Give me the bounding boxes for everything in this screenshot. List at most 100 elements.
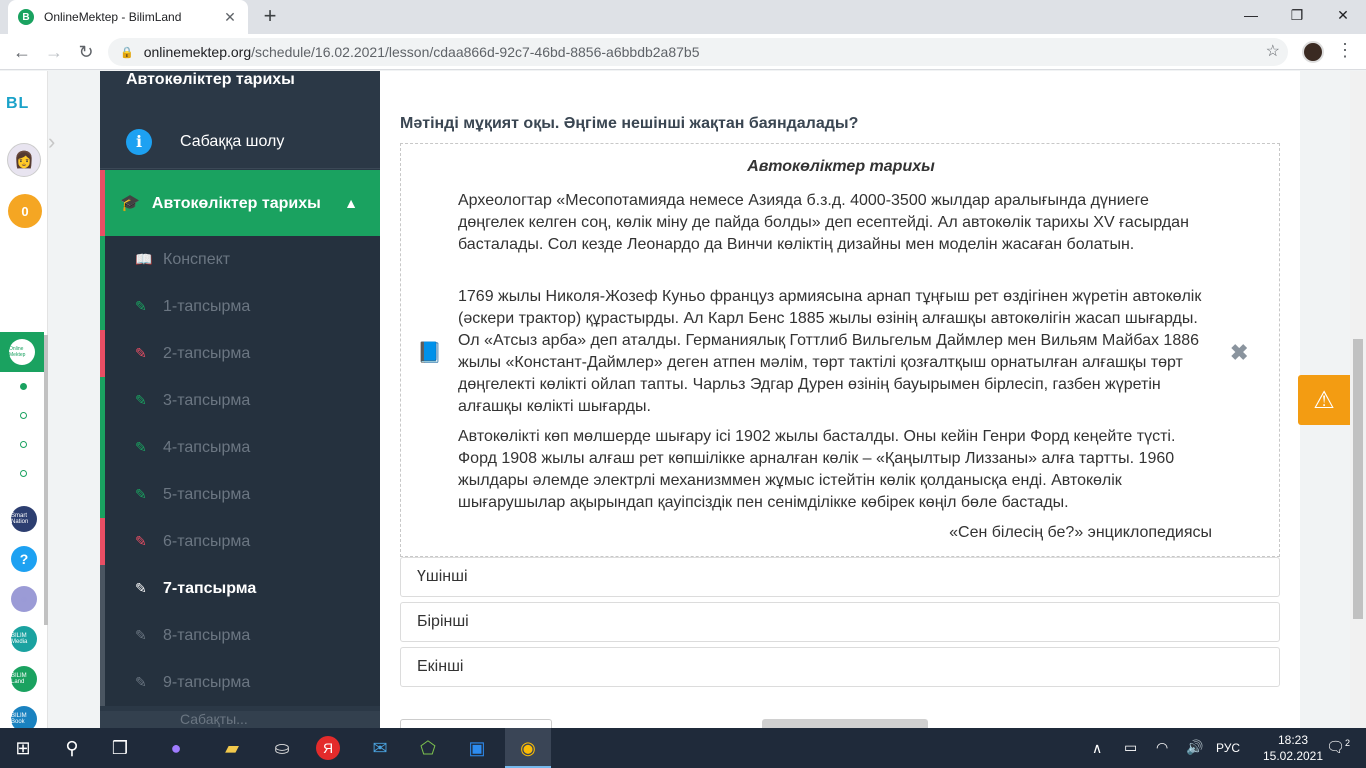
tray-chevron-up-icon[interactable]: ∧	[1092, 740, 1102, 757]
clock-time: 18:23	[1277, 733, 1309, 747]
task-content: Мәтінді мұқият оқы. Әңгіме нешінші жақта…	[380, 71, 1300, 728]
page: BL 👩 0 Online Mektep Smart Nation ? ▤ BI…	[0, 71, 1366, 728]
chevron-up-icon[interactable]: ▲	[344, 195, 358, 211]
reading-text-box: Автокөліктер тарихы 📘 ✖ Археологтар «Мес…	[400, 143, 1280, 557]
sidebar-item-task-3[interactable]: ✎ 3-тапсырма	[100, 377, 380, 424]
app-blue-icon[interactable]: ▣	[463, 734, 491, 762]
smart-nation-app[interactable]: Smart Nation	[11, 506, 37, 532]
bilim-media-app[interactable]: BILIM Media	[11, 626, 37, 652]
chevron-right-icon[interactable]: ›	[48, 129, 72, 154]
reading-paragraph: Автокөлікті көп мөлшерде шығару ісі 1902…	[458, 428, 1176, 511]
file-explorer-icon[interactable]: ▰	[218, 734, 246, 762]
profile-avatar[interactable]	[1302, 41, 1324, 63]
language-indicator[interactable]: РУС	[1216, 741, 1240, 755]
reload-icon[interactable]: ↻	[74, 40, 98, 64]
tab-title: OnlineMektep - BilimLand	[44, 10, 182, 24]
url-text: onlinemektep.org/schedule/16.02.2021/les…	[143, 44, 700, 60]
browser-menu-icon[interactable]: ⋮	[1336, 40, 1354, 61]
coins-badge[interactable]: 0	[8, 194, 42, 228]
sidebar-item-task-6[interactable]: ✎ 6-тапсырма	[100, 518, 380, 565]
address-bar[interactable]: 🔒 onlinemektep.org/schedule/16.02.2021/l…	[108, 38, 1288, 66]
sidebar-item-task-5[interactable]: ✎ 5-тапсырма	[100, 471, 380, 518]
overview-label: Сабаққа шолу	[180, 132, 285, 150]
forward-icon[interactable]: →	[42, 40, 66, 64]
online-mektep-label: Online Mektep	[9, 339, 35, 365]
course-panel: Автокөліктер тарихы i Сабаққа шолу 🎓 Авт…	[100, 71, 380, 728]
rail-dot[interactable]	[20, 383, 27, 390]
edit-icon: ✎	[135, 533, 147, 549]
new-tab-button[interactable]: +	[258, 5, 282, 29]
online-mektep-app[interactable]: Online Mektep	[0, 332, 44, 372]
sidebar-item-konspekt[interactable]: 📖 Конспект	[100, 236, 380, 283]
page-scrollbar-thumb[interactable]	[1353, 339, 1363, 619]
help-app[interactable]: ?	[11, 546, 37, 572]
edit-icon: ✎	[135, 345, 147, 361]
rail-dot[interactable]	[20, 441, 27, 448]
edit-icon: ✎	[135, 674, 147, 690]
sidebar-item-task-7[interactable]: ✎ 7-тапсырма	[100, 565, 380, 612]
close-window-icon[interactable]: ✕	[1320, 0, 1366, 30]
edit-icon: ✎	[135, 627, 147, 643]
sidebar-item-task-2[interactable]: ✎ 2-тапсырма	[100, 330, 380, 377]
wifi-icon[interactable]: ◠	[1156, 739, 1168, 756]
back-icon[interactable]: ←	[10, 40, 34, 64]
minimize-icon[interactable]: —	[1228, 0, 1274, 30]
notifications-icon[interactable]: 🗨2	[1326, 738, 1350, 756]
left-rail: BL 👩 0 Online Mektep Smart Nation ? ▤ BI…	[0, 71, 48, 728]
site-favicon-icon: B	[18, 9, 34, 25]
report-warning-icon[interactable]: ⚠	[1298, 375, 1350, 425]
answer-option-1[interactable]: Үшінші	[400, 557, 1280, 597]
answer-option-3[interactable]: Екінші	[400, 647, 1280, 687]
reading-title: Автокөліктер тарихы	[747, 158, 935, 175]
browser-tab-bar: B OnlineMektep - BilimLand ✕ + — ❐ ✕	[0, 0, 1366, 34]
bl-logo[interactable]: BL	[6, 95, 29, 113]
rail-dot[interactable]	[20, 412, 27, 419]
info-icon: i	[126, 128, 152, 155]
battery-icon[interactable]: ▭	[1124, 739, 1137, 756]
lock-icon: 🔒	[120, 46, 134, 59]
check-button[interactable]	[762, 719, 928, 728]
app-pentagon-icon[interactable]: ⬠	[414, 734, 442, 762]
sidebar-item-task-9[interactable]: ✎ 9-тапсырма	[100, 659, 380, 706]
news-app[interactable]: ▤	[11, 586, 37, 612]
reading-paragraph: 1769 жылы Николя-Жозеф Куньо француз арм…	[458, 288, 1202, 415]
rail-dot[interactable]	[20, 470, 27, 477]
store-icon[interactable]: ⛀	[268, 734, 296, 762]
search-icon[interactable]: ⚲	[58, 734, 86, 762]
page-scrollbar[interactable]	[1350, 71, 1366, 728]
sidebar-item-task-1[interactable]: ✎ 1-тапсырма	[100, 283, 380, 330]
yandex-browser-icon[interactable]: Я	[316, 736, 340, 760]
reading-paragraph: Археологтар «Месопотамияда немесе Азияда…	[458, 192, 1189, 253]
reading-source: «Сен білесің бе?» энциклопедиясы	[949, 524, 1212, 541]
volume-icon[interactable]: 🔊	[1186, 739, 1203, 756]
browser-tab[interactable]: B OnlineMektep - BilimLand ✕	[8, 0, 248, 34]
alice-icon[interactable]: ●	[162, 734, 190, 762]
bilim-book-app[interactable]: BILIM Book	[11, 706, 37, 728]
system-clock[interactable]: 18:23 15.02.2021	[1262, 732, 1324, 764]
bookmark-star-icon[interactable]: ☆	[1266, 41, 1280, 61]
sidebar-item-task-8[interactable]: ✎ 8-тапсырма	[100, 612, 380, 659]
edit-icon: ✎	[135, 580, 147, 596]
active-lesson-item[interactable]: 🎓 Автокөліктер тарихы ▲	[100, 170, 380, 236]
rail-scrollbar[interactable]	[44, 335, 48, 625]
back-button[interactable]	[400, 719, 552, 728]
sidebar-item-task-4[interactable]: ✎ 4-тапсырма	[100, 424, 380, 471]
window-controls: — ❐ ✕	[1228, 0, 1366, 30]
windows-start-icon[interactable]: ⊞	[9, 734, 37, 762]
maximize-icon[interactable]: ❐	[1274, 0, 1320, 30]
tab-close-icon[interactable]: ✕	[222, 9, 238, 26]
panel-footer-item[interactable]: Сабақты...	[100, 711, 380, 728]
windows-taskbar: ⊞ ⚲ ❒ ● ▰ ⛀ Я ✉ ⬠ ▣ ◉ ∧ ▭ ◠ 🔊 РУС 18:23 …	[0, 728, 1366, 768]
mail-icon[interactable]: ✉	[366, 734, 394, 762]
active-lesson-label: Автокөліктер тарихы	[151, 194, 321, 212]
user-avatar[interactable]: 👩	[7, 143, 41, 177]
book-icon: 📘	[417, 342, 442, 364]
answer-option-2[interactable]: Бірінші	[400, 602, 1280, 642]
chrome-icon[interactable]: ◉	[514, 734, 542, 762]
close-icon[interactable]: ✖	[1230, 340, 1248, 366]
edit-icon: ✎	[135, 298, 147, 314]
question-text: Мәтінді мұқият оқы. Әңгіме нешінші жақта…	[400, 115, 859, 132]
bilim-land-app[interactable]: BILIM Land	[11, 666, 37, 692]
lesson-overview-item[interactable]: i Сабаққа шолу	[100, 115, 380, 169]
task-view-icon[interactable]: ❒	[106, 734, 134, 762]
